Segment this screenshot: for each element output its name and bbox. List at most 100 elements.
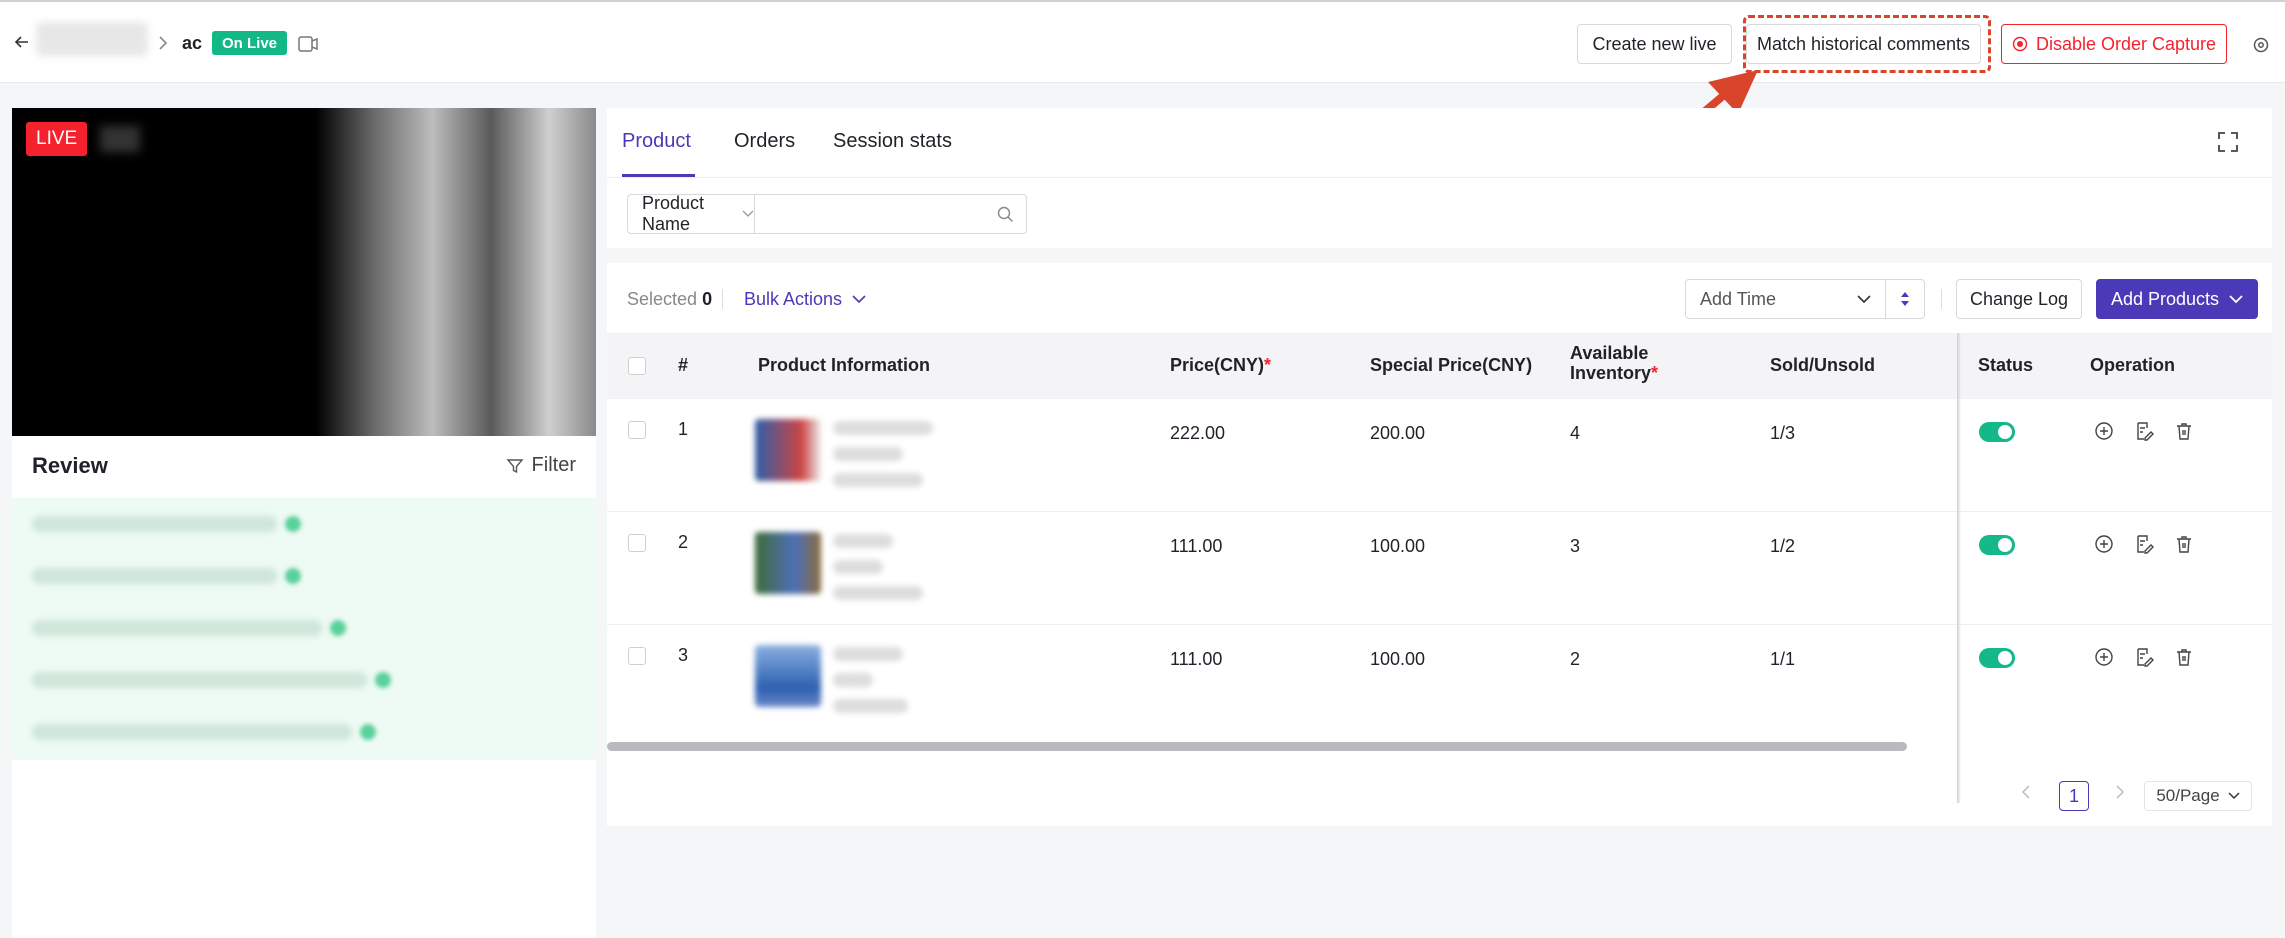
chevron-down-icon: [742, 210, 754, 218]
sticky-column-shadow: [1957, 333, 1961, 803]
column-index: #: [678, 355, 689, 375]
record-icon: [2012, 36, 2028, 52]
row-price: 111.00: [1170, 649, 1223, 669]
create-new-live-button[interactable]: Create new live: [1577, 24, 1732, 64]
trash-icon[interactable]: [2174, 534, 2196, 556]
row-inventory: 3: [1570, 536, 1581, 556]
chevron-down-icon: [2228, 792, 2240, 800]
next-page-icon[interactable]: [2115, 783, 2125, 804]
add-circle-icon[interactable]: [2094, 421, 2116, 443]
live-video[interactable]: LIVE: [12, 108, 596, 436]
add-products-label: Add Products: [2110, 288, 2220, 309]
row-checkbox[interactable]: [628, 421, 646, 439]
row-special-price: 100.00: [1370, 649, 1426, 669]
horizontal-scrollbar[interactable]: [607, 742, 1907, 751]
sort-select[interactable]: Add Time: [1686, 280, 1886, 318]
product-thumbnail[interactable]: [755, 532, 821, 594]
trash-icon[interactable]: [2174, 647, 2196, 669]
row-checkbox[interactable]: [628, 647, 646, 665]
search-input[interactable]: [755, 195, 997, 233]
table-row: 2 111.00 100.00 3 1/2: [607, 512, 2272, 625]
row-sold-unsold: 1/2: [1770, 536, 1796, 556]
tab-product[interactable]: Product: [622, 130, 691, 153]
status-toggle[interactable]: [1979, 535, 2015, 555]
row-index: 1: [678, 419, 689, 439]
product-thumbnail[interactable]: [755, 419, 821, 481]
product-header-card: Product Orders Session stats Product Nam…: [607, 108, 2272, 248]
table-header: # Product Information Price(CNY)* Specia…: [607, 333, 2272, 399]
selected-count: 0: [702, 289, 713, 309]
row-sold-unsold: 1/1: [1770, 649, 1796, 669]
review-title: Review: [32, 453, 108, 478]
row-special-price: 200.00: [1370, 423, 1426, 443]
page-size-select[interactable]: 50/Page: [2144, 781, 2252, 811]
product-detail-blurred: [833, 560, 883, 574]
settings-icon[interactable]: [2252, 35, 2272, 55]
expand-icon[interactable]: [2216, 130, 2240, 159]
screen-icon[interactable]: [298, 35, 318, 53]
active-tab-indicator: [622, 174, 695, 177]
live-badge: LIVE: [26, 122, 88, 156]
filter-button[interactable]: Filter: [506, 454, 576, 477]
chevron-down-icon: [1857, 294, 1871, 304]
sort-icon[interactable]: [1886, 280, 1924, 318]
live-title-blurred: [36, 22, 148, 56]
highlight-annotation-box: [1743, 15, 1991, 73]
search-icon[interactable]: [997, 195, 1026, 233]
edit-icon[interactable]: [2134, 421, 2156, 443]
chevron-down-icon: [852, 295, 866, 304]
comment-item: [12, 498, 596, 550]
top-bar: ac On Live Create new live Match histori…: [0, 0, 2285, 83]
live-name: ac: [182, 33, 203, 53]
video-overlay-blur: [100, 126, 140, 152]
column-price: Price(CNY)*: [1170, 355, 1272, 375]
status-badge: On Live: [212, 31, 288, 55]
row-checkbox[interactable]: [628, 534, 646, 552]
row-inventory: 4: [1570, 423, 1581, 443]
change-log-button[interactable]: Change Log: [1956, 279, 2082, 319]
chevron-right-icon: [158, 36, 168, 50]
row-inventory: 2: [1570, 649, 1581, 669]
sort-control: Add Time: [1685, 279, 1925, 319]
add-products-button[interactable]: Add Products: [2096, 279, 2258, 319]
tab-bar: Product Orders Session stats: [607, 108, 2272, 178]
selected-label: Selected: [627, 289, 698, 309]
add-circle-icon[interactable]: [2094, 647, 2116, 669]
product-name-blurred: [833, 534, 893, 548]
search-field-select[interactable]: Product Name: [628, 193, 755, 234]
back-arrow-icon[interactable]: [14, 34, 30, 50]
row-price: 222.00: [1170, 423, 1226, 443]
bulk-actions-label: Bulk Actions: [744, 289, 843, 309]
bulk-actions-dropdown[interactable]: Bulk Actions: [744, 289, 866, 310]
divider: [722, 289, 723, 309]
search-field-label: Product Name: [642, 193, 705, 234]
table-row: 1 222.00 200.00 4 1/3: [607, 399, 2272, 512]
edit-icon[interactable]: [2134, 534, 2156, 556]
select-all-checkbox[interactable]: [628, 357, 646, 375]
page-number-current[interactable]: 1: [2059, 781, 2089, 811]
column-available-inventory: Available Inventory*: [1570, 343, 1659, 383]
disable-order-capture-button[interactable]: Disable Order Capture: [2001, 24, 2227, 64]
status-toggle[interactable]: [1979, 422, 2015, 442]
product-name-blurred: [833, 647, 903, 661]
comment-item: [12, 706, 596, 758]
column-sold-unsold: Sold/Unsold: [1770, 355, 1875, 375]
edit-icon[interactable]: [2134, 647, 2156, 669]
column-special-price: Special Price(CNY): [1370, 355, 1533, 375]
product-name-blurred: [833, 421, 933, 435]
product-thumbnail[interactable]: [755, 645, 821, 707]
tab-orders[interactable]: Orders: [734, 130, 795, 153]
product-search: Product Name: [627, 193, 1027, 234]
column-operation: Operation: [2090, 355, 2176, 375]
comment-list: [12, 498, 596, 760]
product-detail-blurred: [833, 473, 923, 487]
tab-session-stats[interactable]: Session stats: [833, 130, 952, 153]
row-index: 3: [678, 645, 689, 665]
product-table-card: Selected 0 Bulk Actions Add Time Change …: [607, 263, 2272, 826]
prev-page-icon[interactable]: [2021, 783, 2031, 804]
add-circle-icon[interactable]: [2094, 534, 2116, 556]
status-toggle[interactable]: [1979, 648, 2015, 668]
product-detail-blurred: [833, 586, 923, 600]
trash-icon[interactable]: [2174, 421, 2196, 443]
row-index: 2: [678, 532, 689, 552]
